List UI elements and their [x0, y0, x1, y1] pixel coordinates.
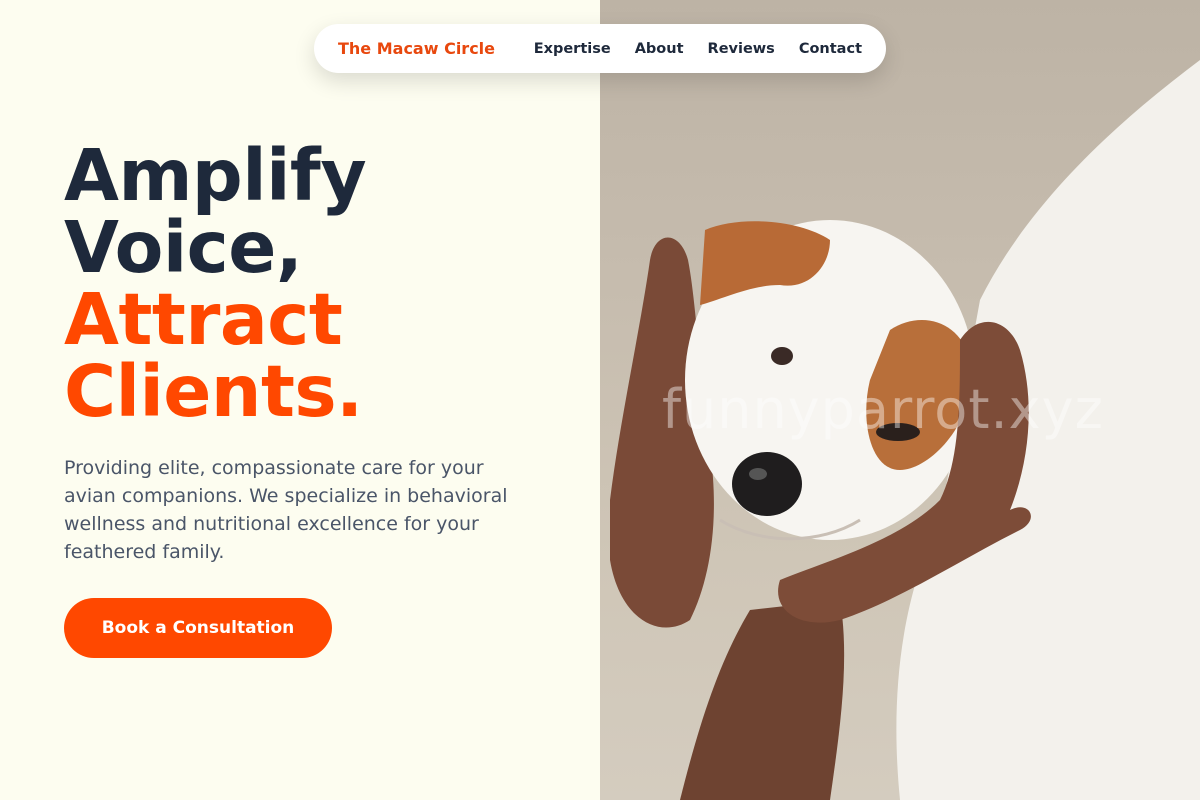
nav-link-expertise[interactable]: Expertise — [534, 41, 611, 57]
headline-accent-line-2: Clients. — [64, 350, 363, 433]
book-consultation-button[interactable]: Book a Consultation — [64, 598, 332, 658]
nav-links: Expertise About Reviews Contact — [534, 41, 862, 57]
nav-link-reviews[interactable]: Reviews — [708, 41, 775, 57]
top-navbar: The Macaw Circle Expertise About Reviews… — [314, 24, 886, 73]
nav-link-about[interactable]: About — [635, 41, 684, 57]
hero-description: Providing elite, compassionate care for … — [64, 457, 508, 563]
dog-nose — [732, 452, 802, 516]
headline-line-2: Voice, — [64, 206, 303, 289]
dog-eye-left — [771, 347, 793, 365]
arm — [680, 600, 845, 800]
brand-logo-link[interactable]: The Macaw Circle — [338, 39, 495, 58]
image-watermark: funnyparrot.xyz — [662, 378, 1104, 441]
nav-link-contact[interactable]: Contact — [799, 41, 862, 57]
headline-line-1: Amplify — [64, 134, 367, 217]
hero-headline: Amplify Voice, Attract Clients. — [64, 134, 367, 433]
headline-accent-line-1: Attract — [64, 278, 343, 361]
